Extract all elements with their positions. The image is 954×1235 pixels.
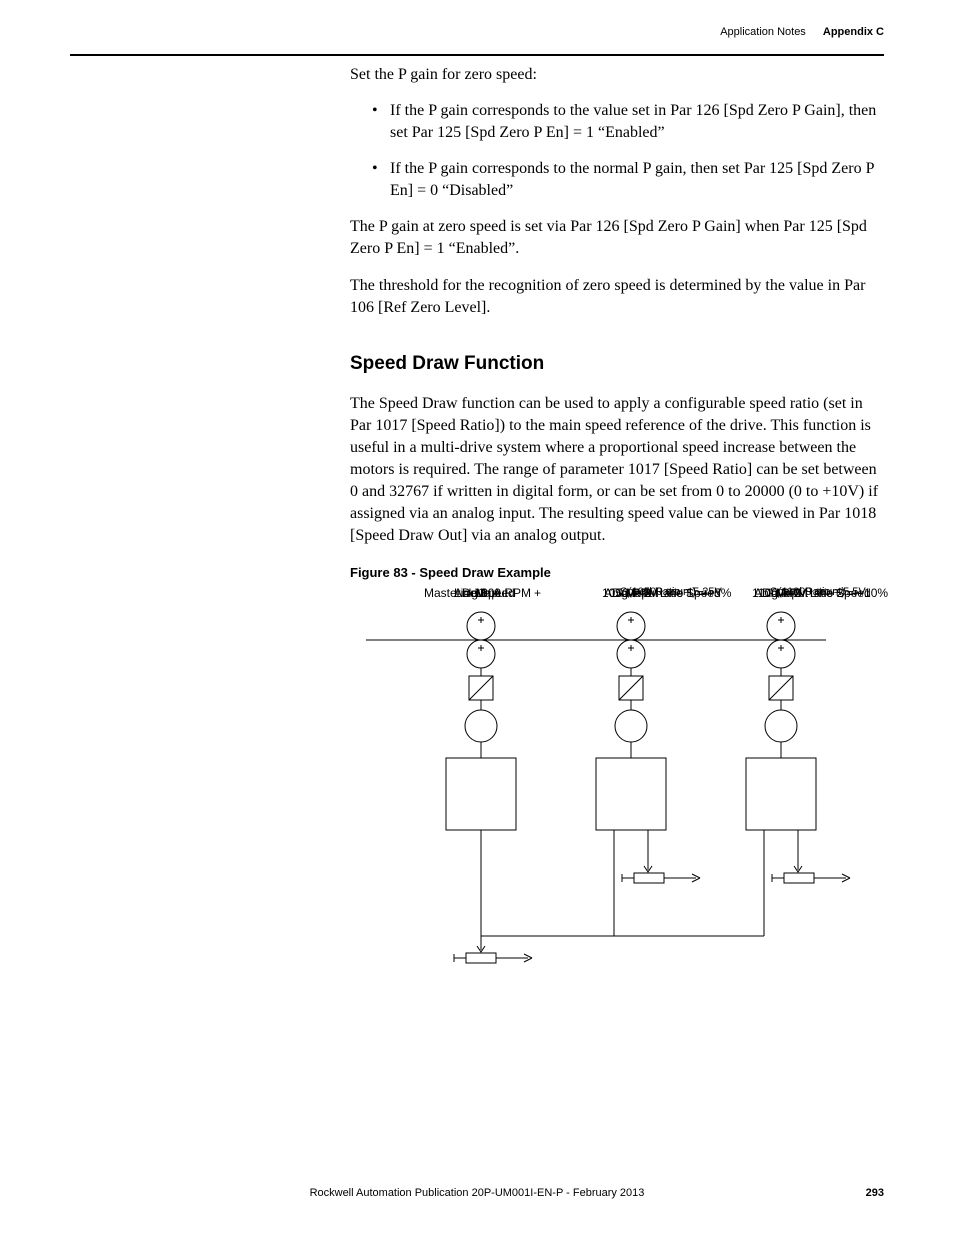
bullet-list: If the P gain corresponds to the value s… bbox=[350, 100, 884, 202]
header-appendix: Appendix C bbox=[823, 26, 884, 38]
label-line-speed: Line Speed bbox=[454, 586, 515, 600]
footer-publication: Rockwell Automation Publication 20P-UM00… bbox=[310, 1187, 645, 1199]
label-sr2b: (11000 count) bbox=[778, 586, 845, 598]
paragraph: The Speed Draw function can be used to a… bbox=[350, 393, 884, 548]
page-footer: Rockwell Automation Publication 20P-UM00… bbox=[70, 1187, 884, 1199]
diagram-svg bbox=[346, 586, 906, 1006]
page-number: 293 bbox=[866, 1187, 884, 1199]
header-rule bbox=[70, 54, 884, 56]
list-item: If the P gain corresponds to the normal … bbox=[350, 158, 884, 202]
figure-caption: Figure 83 - Speed Draw Example bbox=[350, 565, 884, 580]
label-1: 1 bbox=[610, 586, 617, 600]
label-plus: + bbox=[534, 586, 541, 600]
paragraph: The threshold for the recognition of zer… bbox=[350, 275, 884, 319]
label-sr1b: (10500 count) bbox=[628, 586, 696, 598]
list-item: If the P gain corresponds to the value s… bbox=[350, 100, 884, 144]
main-content: Set the P gain for zero speed: If the P … bbox=[350, 64, 884, 1006]
paragraph: The P gain at zero speed is set via Par … bbox=[350, 216, 884, 260]
page-header: Application Notes Appendix C bbox=[70, 26, 884, 38]
paragraph: Set the P gain for zero speed: bbox=[350, 64, 884, 86]
figure-speed-draw: Master = 1000 RPM 1050 RPM 1100 RPM M M … bbox=[346, 586, 906, 1006]
header-section: Application Notes bbox=[720, 26, 806, 38]
section-heading: Speed Draw Function bbox=[350, 353, 884, 375]
label-1: 1 bbox=[760, 586, 767, 600]
